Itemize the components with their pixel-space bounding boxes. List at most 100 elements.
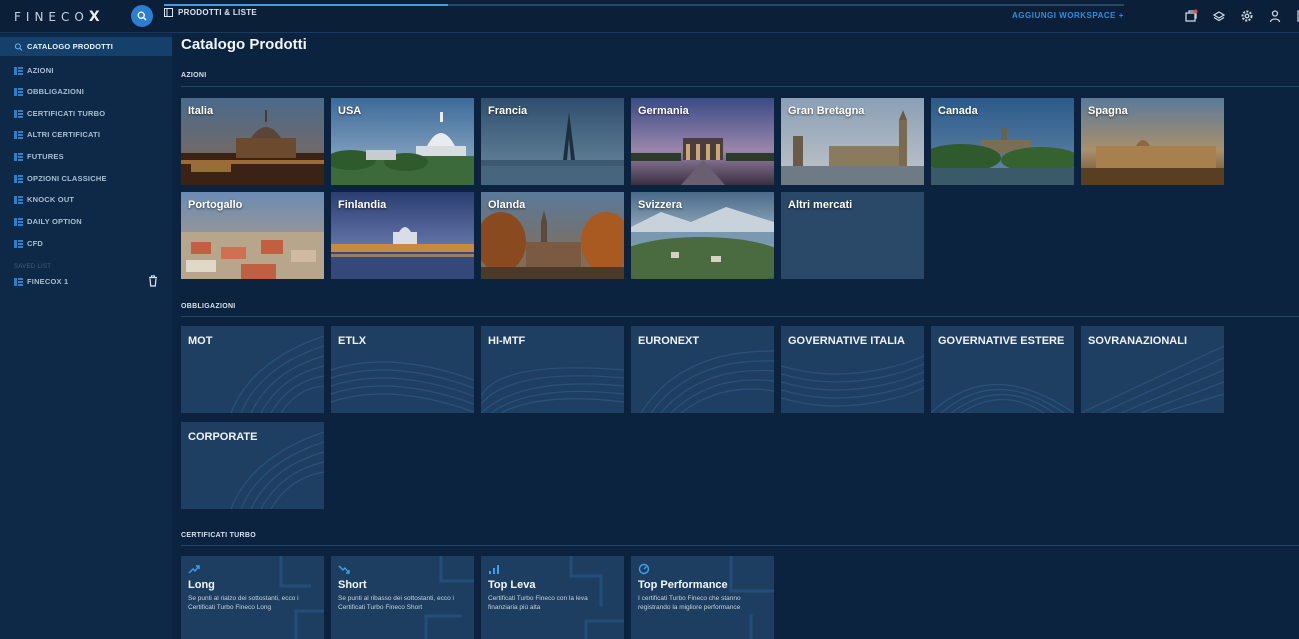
layers-icon[interactable] — [1210, 7, 1228, 25]
tile-name: Olanda — [488, 199, 526, 211]
tile-name: GOVERNATIVE ITALIA — [788, 335, 905, 347]
list-icon — [164, 8, 173, 17]
logo-x: X — [88, 9, 100, 25]
sidebar-item-label: OBBLIGAZIONI — [27, 87, 84, 96]
bar-chart-icon — [489, 565, 499, 574]
sidebar-item-label: OPZIONI CLASSICHE — [27, 174, 107, 183]
tile-usa[interactable]: USA — [331, 98, 474, 185]
notification-icon[interactable] — [1182, 7, 1200, 25]
tile-description: Se punti al rialzo dei sottostanti, ecco… — [188, 595, 299, 611]
tile-title: Top Performance — [638, 579, 728, 591]
search-icon — [14, 42, 23, 51]
list-icon — [14, 130, 23, 139]
tile-top-performance[interactable]: Top Performance I certificati Turbo Fine… — [631, 556, 774, 639]
tile-name: Francia — [488, 105, 528, 117]
tile-francia[interactable]: Francia — [481, 98, 624, 185]
list-icon — [14, 195, 23, 204]
tile-spagna[interactable]: Spagna — [1081, 98, 1224, 185]
tile-corporate[interactable]: CORPORATE — [181, 422, 324, 509]
logo-text: FINECO — [14, 10, 89, 24]
sidebar-item-finecox-1[interactable]: FINECOX 1 — [0, 272, 172, 291]
sidebar-item-label: FUTURES — [27, 152, 64, 161]
tile-canada[interactable]: Canada — [931, 98, 1074, 185]
tile-svizzera[interactable]: Svizzera — [631, 192, 774, 279]
sidebar-item-altri-certificati[interactable]: ALTRI CERTIFICATI — [0, 125, 172, 144]
tile-gran-bretagna[interactable]: Gran Bretagna — [781, 98, 924, 185]
tile-altri-mercati[interactable]: Altri mercati — [781, 192, 924, 279]
search-button[interactable] — [131, 5, 153, 27]
list-icon — [14, 152, 23, 161]
logout-icon[interactable] — [1294, 7, 1299, 25]
user-icon[interactable] — [1266, 7, 1284, 25]
section-divider — [181, 316, 1299, 317]
sidebar-item-azioni[interactable]: AZIONI — [0, 61, 172, 80]
tile-name: Gran Bretagna — [788, 105, 865, 117]
section-label-certificati-turbo: CERTIFICATI TURBO — [181, 532, 256, 539]
tile-name: Spagna — [1088, 105, 1128, 117]
tile-description: Certificati Turbo Fineco con la leva fin… — [488, 595, 588, 611]
tile-etlx[interactable]: ETLX — [331, 326, 474, 413]
sidebar-item-label: CFD — [27, 239, 44, 248]
tile-governative-estere[interactable]: GOVERNATIVE ESTERE — [931, 326, 1074, 413]
tile-governative-italia[interactable]: GOVERNATIVE ITALIA — [781, 326, 924, 413]
tile-title: Long — [188, 579, 215, 591]
tile-portogallo[interactable]: Portogallo — [181, 192, 324, 279]
tile-italia[interactable]: Italia — [181, 98, 324, 185]
tile-description: I certificati Turbo Fineco che stanno re… — [638, 595, 741, 611]
tile-hi-mtf[interactable]: HI-MTF — [481, 326, 624, 413]
sidebar-item-label: DAILY OPTION — [27, 217, 82, 226]
gauge-icon — [638, 563, 650, 575]
tile-top-leva[interactable]: Top Leva Certificati Turbo Fineco con la… — [481, 556, 624, 639]
workspace-progress — [164, 4, 448, 6]
sidebar-item-daily-option[interactable]: DAILY OPTION — [0, 212, 172, 231]
sidebar-item-obbligazioni[interactable]: OBBLIGAZIONI — [0, 82, 172, 101]
tile-name: ETLX — [338, 335, 367, 347]
sidebar-item-label: KNOCK OUT — [27, 195, 75, 204]
tile-name: Finlandia — [338, 199, 387, 211]
list-icon — [14, 109, 23, 118]
sidebar-item-catalogo-prodotti[interactable]: CATALOGO PRODOTTI — [0, 37, 172, 56]
section-label-obbligazioni: OBBLIGAZIONI — [181, 303, 236, 310]
sidebar-item-futures[interactable]: FUTURES — [0, 147, 172, 166]
tile-short[interactable]: Short Se punti al ribasso dei sottostant… — [331, 556, 474, 639]
tile-mot[interactable]: MOT — [181, 326, 324, 413]
list-icon — [14, 217, 23, 226]
tile-germania[interactable]: Germania — [631, 98, 774, 185]
main-content: Catalogo Prodotti AZIONI Italia USA Fran… — [172, 34, 1299, 639]
list-icon — [14, 66, 23, 75]
list-icon — [14, 174, 23, 183]
tile-name: MOT — [188, 335, 213, 347]
tile-long[interactable]: Long Se punti al rialzo dei sottostanti,… — [181, 556, 324, 639]
section-divider — [181, 86, 1299, 87]
tile-euronext[interactable]: EURONEXT — [631, 326, 774, 413]
sidebar-item-certificati-turbo[interactable]: CERTIFICATI TURBO — [0, 104, 172, 123]
trend-down-icon — [338, 565, 350, 574]
tile-name: Svizzera — [638, 199, 683, 211]
tile-name: GOVERNATIVE ESTERE — [938, 335, 1065, 347]
sidebar-item-label: AZIONI — [27, 66, 54, 75]
sidebar-item-label: CATALOGO PRODOTTI — [27, 42, 114, 51]
trash-icon[interactable] — [148, 275, 158, 287]
workspace-track — [448, 4, 1124, 6]
sidebar-item-label: ALTRI CERTIFICATI — [27, 130, 101, 139]
list-icon — [14, 239, 23, 248]
sidebar-item-label: FINECOX 1 — [27, 277, 69, 286]
tile-name: CORPORATE — [188, 431, 258, 443]
tile-name: Portogallo — [188, 199, 243, 211]
trend-up-icon — [188, 565, 200, 574]
tile-finlandia[interactable]: Finlandia — [331, 192, 474, 279]
tile-sovranazionali[interactable]: SOVRANAZIONALI — [1081, 326, 1224, 413]
saved-list-label: SAVED LIST — [14, 264, 52, 270]
tile-name: SOVRANAZIONALI — [1088, 335, 1187, 347]
workspace-tab-label: PRODOTTI & LISTE — [178, 8, 258, 17]
add-workspace-button[interactable]: AGGIUNGI WORKSPACE + — [1012, 11, 1124, 20]
workspace-tab[interactable]: PRODOTTI & LISTE — [164, 8, 257, 17]
tile-name: HI-MTF — [488, 335, 526, 347]
sidebar-item-cfd[interactable]: CFD — [0, 234, 172, 253]
page-title: Catalogo Prodotti — [181, 36, 307, 53]
gear-icon[interactable] — [1238, 7, 1256, 25]
sidebar-item-knock-out[interactable]: KNOCK OUT — [0, 190, 172, 209]
fineco-logo: FINECOX — [14, 9, 100, 25]
tile-olanda[interactable]: Olanda — [481, 192, 624, 279]
sidebar-item-opzioni-classiche[interactable]: OPZIONI CLASSICHE — [0, 169, 172, 188]
